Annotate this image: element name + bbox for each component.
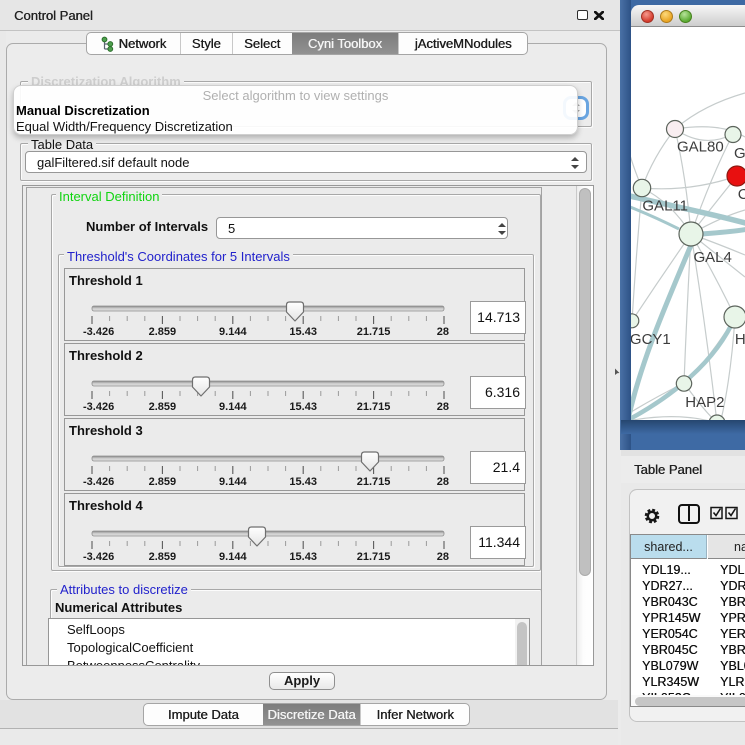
svg-text:2.859: 2.859 [149,326,177,338]
svg-text:-3.426: -3.426 [83,551,114,563]
svg-text:-3.426: -3.426 [83,401,114,413]
svg-text:15.43: 15.43 [289,476,317,488]
svg-text:-3.426: -3.426 [83,326,114,338]
svg-text:GAL4: GAL4 [694,249,732,266]
svg-text:21.715: 21.715 [357,551,391,563]
svg-text:15.43: 15.43 [289,551,317,563]
svg-text:2.859: 2.859 [149,401,177,413]
svg-text:CY: CY [738,186,745,203]
svg-text:28: 28 [437,326,449,338]
svg-text:9.144: 9.144 [219,401,247,413]
svg-text:2.859: 2.859 [149,551,177,563]
svg-text:28: 28 [437,551,449,563]
svg-text:2.859: 2.859 [149,476,177,488]
svg-text:15.43: 15.43 [289,401,317,413]
svg-text:28: 28 [437,476,449,488]
svg-text:15.43: 15.43 [289,326,317,338]
svg-text:9.144: 9.144 [219,551,247,563]
svg-text:9.144: 9.144 [219,326,247,338]
svg-text:GAL80: GAL80 [677,139,724,156]
svg-text:HAP2: HAP2 [685,394,724,411]
svg-text:28: 28 [437,401,449,413]
svg-text:GA: GA [734,145,745,162]
svg-text:21.715: 21.715 [357,326,391,338]
svg-text:GAL11: GAL11 [642,198,688,215]
svg-text:-3.426: -3.426 [83,476,114,488]
svg-text:HA: HA [735,331,745,348]
svg-text:21.715: 21.715 [357,476,391,488]
svg-text:21.715: 21.715 [357,401,391,413]
svg-text:GCY1: GCY1 [631,331,671,348]
svg-text:9.144: 9.144 [219,476,247,488]
